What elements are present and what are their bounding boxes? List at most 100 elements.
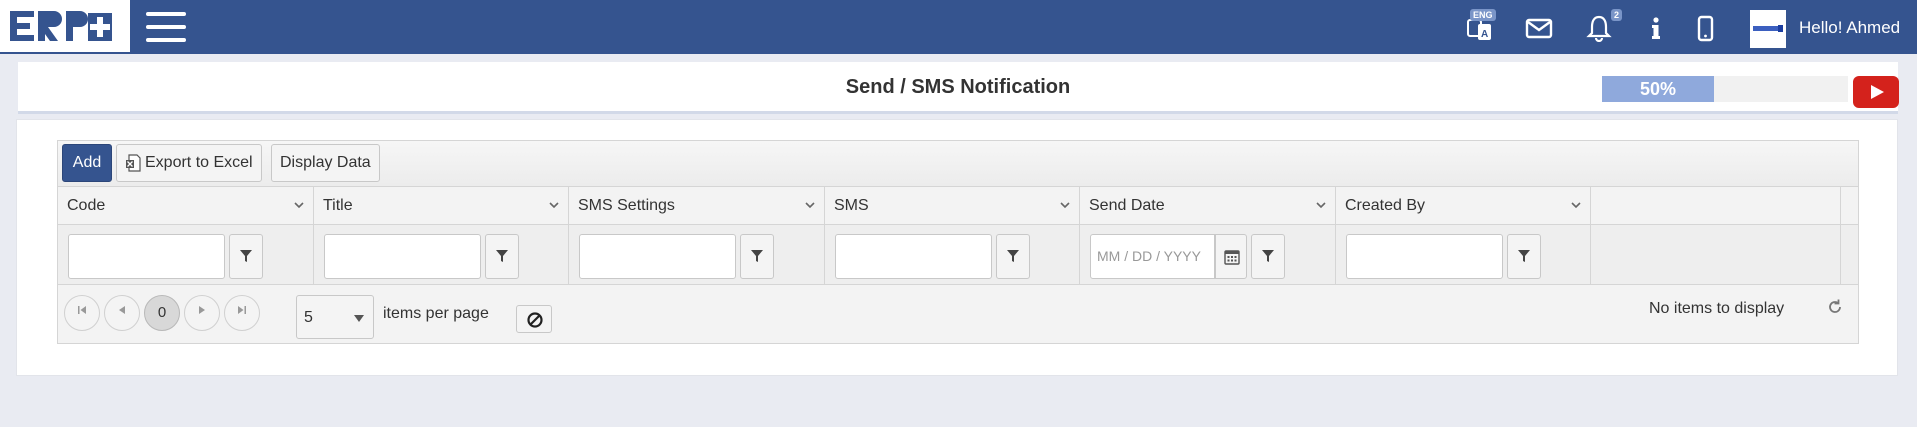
- filter-cell-empty: [1591, 225, 1841, 285]
- column-header-code[interactable]: Code: [58, 187, 314, 225]
- filter-icon: [1007, 250, 1019, 262]
- notifications-count-badge: 2: [1611, 9, 1623, 21]
- mail-icon: [1525, 18, 1553, 39]
- pager-info: No items to display: [1649, 300, 1785, 317]
- calendar-icon: [1224, 250, 1240, 265]
- data-grid: Add Export to Excel Display Data Code Ti…: [57, 140, 1859, 344]
- filter-icon: [1518, 250, 1530, 262]
- column-header-send-date[interactable]: Send Date: [1080, 187, 1336, 225]
- language-badge: ENG: [1470, 9, 1496, 21]
- next-page-icon: [199, 306, 205, 314]
- created-by-filter-input[interactable]: [1346, 234, 1503, 279]
- filter-cell-code: [58, 225, 314, 285]
- code-filter-button[interactable]: [229, 234, 263, 279]
- column-header-sms-settings[interactable]: SMS Settings: [569, 187, 825, 225]
- page-size-select[interactable]: 5: [296, 295, 374, 339]
- current-page-button[interactable]: 0: [144, 295, 180, 331]
- hamburger-icon: [146, 12, 186, 16]
- column-header-label: Created By: [1345, 197, 1426, 214]
- column-header-label: SMS Settings: [578, 197, 675, 214]
- title-strip: Send / SMS Notification 50%: [18, 62, 1899, 114]
- display-data-button[interactable]: Display Data: [271, 144, 380, 182]
- excel-icon: [126, 154, 141, 172]
- chevron-down-icon[interactable]: [804, 199, 816, 211]
- column-header-title[interactable]: Title: [314, 187, 569, 225]
- send-date-filter-button[interactable]: [1251, 234, 1285, 279]
- date-picker-button[interactable]: [1215, 234, 1247, 279]
- notifications-button[interactable]: 2: [1585, 9, 1623, 44]
- column-header-sms[interactable]: SMS: [825, 187, 1080, 225]
- cancel-icon: [527, 312, 543, 328]
- messages-button[interactable]: [1525, 14, 1555, 44]
- top-bar: A ENG 2 Hello! Ahmed: [0, 0, 1917, 54]
- title-filter-button[interactable]: [485, 234, 519, 279]
- last-page-button[interactable]: [224, 295, 260, 331]
- hamburger-line: [146, 38, 186, 42]
- filter-icon: [496, 250, 508, 262]
- column-header-empty: [1591, 187, 1841, 225]
- export-excel-button[interactable]: Export to Excel: [116, 144, 262, 182]
- filter-cell-send-date: MM / DD / YYYY: [1080, 225, 1336, 285]
- column-header-label: SMS: [834, 197, 869, 214]
- filter-icon: [240, 250, 252, 262]
- sms-filter-button[interactable]: [996, 234, 1030, 279]
- sms-filter-input[interactable]: [835, 234, 992, 279]
- items-per-page-label: items per page: [383, 305, 489, 322]
- sms-settings-filter-button[interactable]: [740, 234, 774, 279]
- add-button[interactable]: Add: [62, 144, 112, 182]
- avatar[interactable]: [1750, 10, 1786, 48]
- next-page-button[interactable]: [184, 295, 220, 331]
- previous-page-button[interactable]: [104, 295, 140, 331]
- column-header-label: Code: [67, 197, 106, 214]
- grid-filter-row: MM / DD / YYYY: [58, 225, 1858, 285]
- refresh-icon[interactable]: [1826, 298, 1844, 316]
- erp-logo-icon: [10, 11, 112, 41]
- filter-cell-title: [314, 225, 569, 285]
- column-header-created-by[interactable]: Created By: [1336, 187, 1591, 225]
- chevron-down-icon[interactable]: [1570, 199, 1582, 211]
- page-size-value: 5: [304, 309, 313, 326]
- sms-settings-filter-input[interactable]: [579, 234, 736, 279]
- user-greeting[interactable]: Hello! Ahmed: [1799, 18, 1900, 38]
- filter-icon: [1262, 250, 1274, 262]
- logo[interactable]: [0, 0, 130, 54]
- caret-down-icon: [354, 315, 364, 322]
- grid-pager: 0 5 items per page No items to display: [58, 287, 1858, 343]
- chevron-down-icon[interactable]: [1315, 199, 1327, 211]
- filter-cell-sms-settings: [569, 225, 825, 285]
- avatar-image-mark: [1778, 25, 1783, 32]
- code-filter-input[interactable]: [68, 234, 225, 279]
- mobile-phone-icon: [1697, 15, 1714, 42]
- info-icon: [1652, 17, 1660, 39]
- menu-toggle-button[interactable]: [146, 12, 186, 42]
- filter-icon: [751, 250, 763, 262]
- clear-filters-button[interactable]: [516, 305, 552, 333]
- first-page-button[interactable]: [64, 295, 100, 331]
- column-header-label: Send Date: [1089, 197, 1165, 214]
- grid-header-row: Code Title SMS Settings SMS Send Date Cr…: [58, 187, 1858, 225]
- filter-cell-sms: [825, 225, 1080, 285]
- title-filter-input[interactable]: [324, 234, 481, 279]
- previous-page-icon: [119, 306, 125, 314]
- info-button[interactable]: [1642, 14, 1672, 44]
- chevron-down-icon[interactable]: [1059, 199, 1071, 211]
- column-header-label: Title: [323, 197, 353, 214]
- mobile-app-button[interactable]: [1691, 14, 1721, 44]
- created-by-filter-button[interactable]: [1507, 234, 1541, 279]
- svg-text:A: A: [1481, 29, 1488, 40]
- export-excel-label: Export to Excel: [145, 154, 253, 171]
- main-panel: Add Export to Excel Display Data Code Ti…: [16, 119, 1898, 376]
- progress-label: 50%: [1639, 79, 1677, 99]
- language-button[interactable]: A ENG: [1466, 9, 1496, 44]
- filter-cell-created-by: [1336, 225, 1591, 285]
- chevron-down-icon[interactable]: [548, 199, 560, 211]
- hamburger-line: [146, 25, 186, 29]
- grid-toolbar: Add Export to Excel Display Data: [58, 141, 1858, 187]
- bell-icon: [1586, 15, 1612, 43]
- last-page-icon: [238, 306, 246, 314]
- video-tutorial-button[interactable]: [1853, 76, 1899, 108]
- first-page-icon: [78, 306, 86, 314]
- progress-bar: 50%: [1602, 76, 1848, 102]
- chevron-down-icon[interactable]: [293, 199, 305, 211]
- send-date-filter-input[interactable]: MM / DD / YYYY: [1090, 234, 1215, 279]
